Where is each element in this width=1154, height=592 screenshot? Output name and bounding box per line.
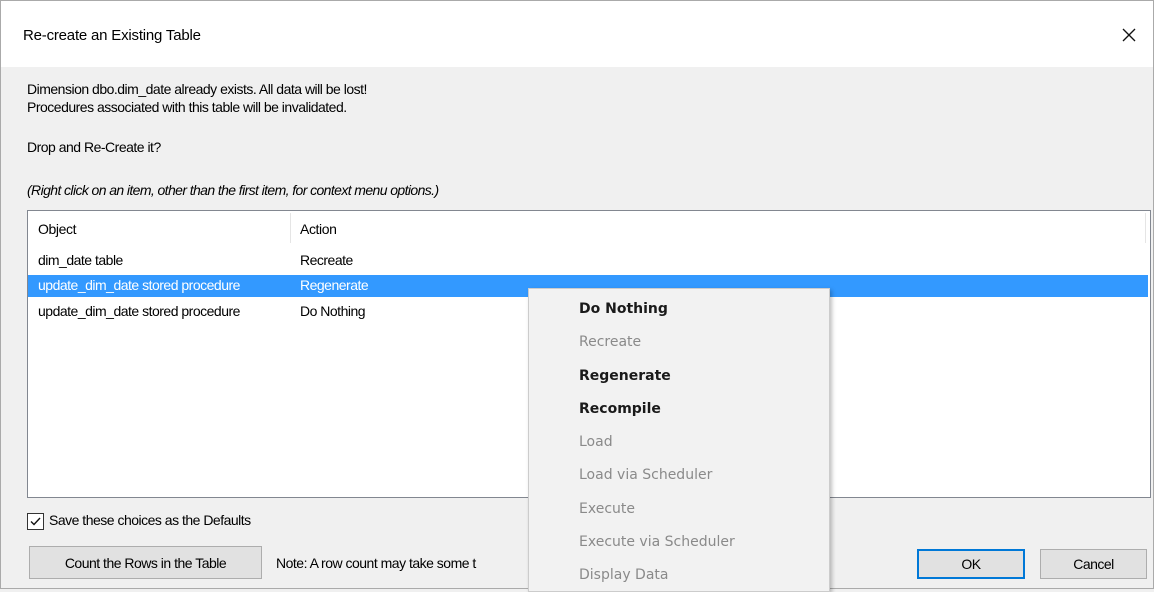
- count-rows-button[interactable]: Count the Rows in the Table: [29, 546, 262, 579]
- column-divider[interactable]: [290, 213, 291, 243]
- title-bar: Re-create an Existing Table: [1, 1, 1153, 67]
- dialog-title: Re-create an Existing Table: [23, 27, 201, 44]
- close-icon: [1122, 28, 1136, 42]
- row-object: update_dim_date stored procedure: [38, 277, 240, 293]
- row-action: Recreate: [300, 252, 353, 268]
- question-text: Drop and Re-Create it?: [27, 139, 161, 155]
- menu-item-display-data[interactable]: Display Data: [579, 567, 668, 583]
- save-defaults-checkbox[interactable]: [27, 513, 44, 530]
- recreate-table-dialog: Re-create an Existing Table Dimension db…: [0, 0, 1154, 592]
- menu-item-load-via-scheduler[interactable]: Load via Scheduler: [579, 467, 712, 483]
- menu-item-regenerate[interactable]: Regenerate: [579, 368, 671, 384]
- menu-item-execute-via-scheduler[interactable]: Execute via Scheduler: [579, 534, 735, 550]
- menu-item-execute[interactable]: Execute: [579, 501, 635, 517]
- context-menu-hint: (Right click on an item, other than the …: [27, 182, 439, 198]
- menu-item-recreate[interactable]: Recreate: [579, 334, 641, 350]
- table-row[interactable]: dim_date table Recreate: [28, 250, 1148, 272]
- row-action: Regenerate: [300, 277, 369, 293]
- column-header-object[interactable]: Object: [38, 221, 76, 237]
- list-header: Object Action: [28, 211, 1150, 250]
- column-divider[interactable]: [1145, 213, 1146, 243]
- menu-item-load[interactable]: Load: [579, 434, 613, 450]
- checkmark-icon: [30, 517, 41, 526]
- save-defaults-label[interactable]: Save these choices as the Defaults: [49, 512, 251, 528]
- row-action: Do Nothing: [300, 303, 366, 319]
- message-line-2: Procedures associated with this table wi…: [27, 99, 347, 115]
- context-menu: Do Nothing Recreate Regenerate Recompile…: [528, 288, 830, 592]
- message-line-1: Dimension dbo.dim_date already exists. A…: [27, 81, 367, 97]
- row-count-note: Note: A row count may take some t: [276, 555, 476, 571]
- ok-button[interactable]: OK: [917, 549, 1025, 579]
- close-button[interactable]: [1111, 17, 1147, 53]
- menu-item-recompile[interactable]: Recompile: [579, 401, 661, 417]
- cancel-button[interactable]: Cancel: [1040, 549, 1147, 579]
- menu-item-do-nothing[interactable]: Do Nothing: [579, 301, 668, 317]
- row-object: dim_date table: [38, 252, 123, 268]
- row-object: update_dim_date stored procedure: [38, 303, 240, 319]
- column-header-action[interactable]: Action: [300, 221, 337, 237]
